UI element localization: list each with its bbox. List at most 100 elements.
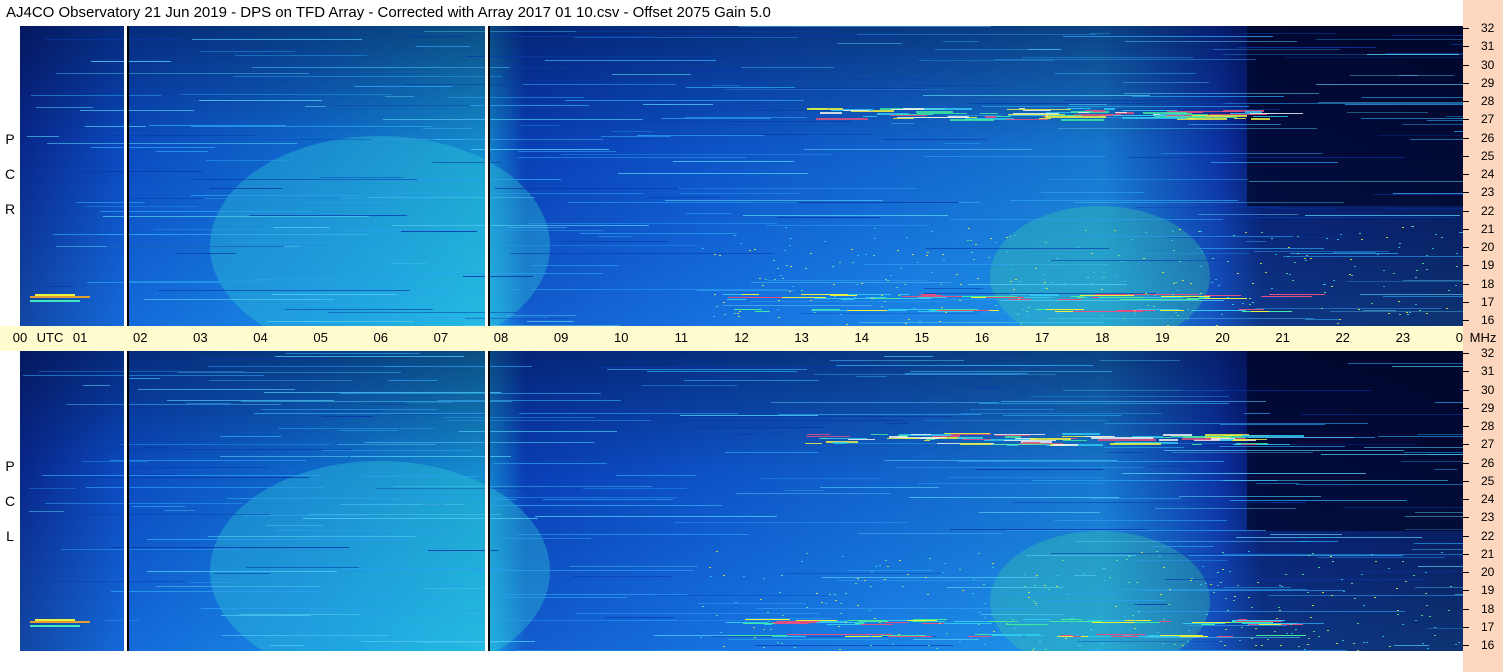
signal-band-17mhz	[764, 624, 772, 625]
interference-streak	[254, 413, 489, 414]
noise-speckle	[773, 260, 775, 261]
noise-speckle	[1024, 586, 1026, 587]
signal-band-27mhz	[891, 109, 908, 110]
signal-band-17mhz	[1238, 619, 1247, 620]
signal-band-27mhz	[820, 112, 842, 114]
noise-speckle	[942, 572, 944, 573]
interference-streak	[1065, 100, 1166, 101]
noise-speckle	[1225, 598, 1227, 599]
interference-streak	[249, 215, 407, 216]
noise-speckle	[1044, 282, 1046, 283]
interference-streak	[574, 37, 798, 38]
signal-band-17mhz	[35, 619, 75, 621]
interference-streak	[386, 273, 603, 274]
interference-streak	[31, 95, 161, 96]
interference-streak	[1305, 319, 1340, 320]
noise-speckle	[1353, 643, 1355, 644]
signal-band-17mhz	[1217, 636, 1233, 637]
noise-speckle	[835, 600, 837, 601]
freq-tick-label: 17	[1481, 294, 1495, 309]
interference-streak	[1394, 645, 1429, 646]
noise-speckle	[1397, 610, 1399, 611]
freq-tick-mark	[1463, 265, 1469, 267]
interference-streak	[1316, 39, 1463, 40]
interference-streak	[1131, 560, 1228, 561]
noise-speckle	[1177, 315, 1179, 316]
noise-speckle	[1179, 261, 1181, 262]
noise-speckle	[972, 593, 974, 594]
interference-streak	[918, 483, 1104, 484]
interference-streak	[531, 265, 619, 266]
interference-streak	[91, 147, 215, 148]
noise-speckle	[1426, 313, 1428, 314]
noise-speckle	[1289, 274, 1291, 275]
signal-band-17mhz	[30, 300, 80, 302]
time-tick-label: 23	[1395, 330, 1411, 345]
noise-speckle	[939, 321, 941, 322]
signal-band-17mhz	[35, 294, 75, 296]
interference-streak	[1378, 436, 1463, 437]
noise-speckle	[1174, 644, 1176, 645]
signal-band-17mhz	[734, 635, 787, 636]
interference-streak	[1136, 207, 1283, 208]
interference-streak	[1446, 116, 1463, 117]
interference-streak	[1399, 75, 1454, 76]
time-tick-label: 00	[12, 330, 28, 345]
signal-band-27mhz	[1232, 440, 1246, 441]
interference-streak	[1434, 469, 1457, 470]
noise-speckle	[832, 266, 834, 267]
interference-streak	[1374, 194, 1463, 195]
time-tick-label: 13	[794, 330, 809, 345]
noise-speckle	[1187, 309, 1189, 310]
noise-speckle	[1336, 643, 1338, 644]
noise-speckle	[1213, 592, 1215, 593]
interference-streak	[574, 31, 836, 32]
noise-speckle	[713, 316, 715, 317]
freq-tick-mark	[1463, 553, 1469, 555]
signal-band-17mhz	[1036, 309, 1046, 310]
noise-speckle	[1425, 572, 1427, 573]
interference-streak	[1245, 217, 1375, 218]
noise-speckle	[1434, 635, 1436, 636]
interference-streak	[191, 195, 360, 196]
time-tick-label: 17	[1034, 330, 1050, 345]
noise-speckle	[1422, 263, 1424, 264]
signal-band-17mhz	[1142, 299, 1199, 300]
noise-speckle	[1057, 313, 1059, 314]
freq-tick-mark	[1463, 572, 1469, 573]
interference-streak	[924, 293, 1156, 294]
noise-speckle	[749, 250, 751, 251]
noise-speckle	[1039, 641, 1041, 642]
noise-speckle	[887, 280, 889, 281]
signal-band-17mhz	[1201, 624, 1215, 625]
interference-streak	[1122, 473, 1366, 474]
interference-streak	[637, 135, 764, 136]
interference-streak	[697, 290, 795, 291]
noise-speckle	[1173, 250, 1175, 251]
noise-speckle	[857, 578, 859, 579]
noise-speckle	[1090, 629, 1092, 630]
noise-speckle	[874, 228, 876, 229]
signal-band-17mhz	[1110, 311, 1143, 312]
signal-band-27mhz	[1171, 436, 1232, 437]
interference-streak	[725, 452, 818, 453]
noise-speckle	[1026, 311, 1028, 312]
noise-speckle	[1179, 229, 1181, 230]
noise-speckle	[864, 580, 866, 581]
noise-speckle	[1310, 258, 1312, 259]
interference-streak	[61, 549, 239, 550]
noise-speckle	[940, 284, 942, 285]
rcp-label-strip: P C R	[0, 26, 20, 326]
freq-tick-mark	[1463, 174, 1469, 175]
interference-streak	[437, 400, 621, 401]
noise-speckle	[968, 228, 970, 229]
noise-speckle	[1333, 280, 1335, 281]
interference-streak	[1270, 208, 1334, 209]
interference-streak	[545, 60, 716, 61]
signal-band-27mhz	[1019, 108, 1025, 109]
pol-letter: R	[4, 201, 16, 217]
interference-streak	[535, 516, 777, 517]
interference-streak	[642, 385, 737, 386]
interference-streak	[261, 409, 437, 410]
noise-speckle	[1409, 312, 1411, 313]
